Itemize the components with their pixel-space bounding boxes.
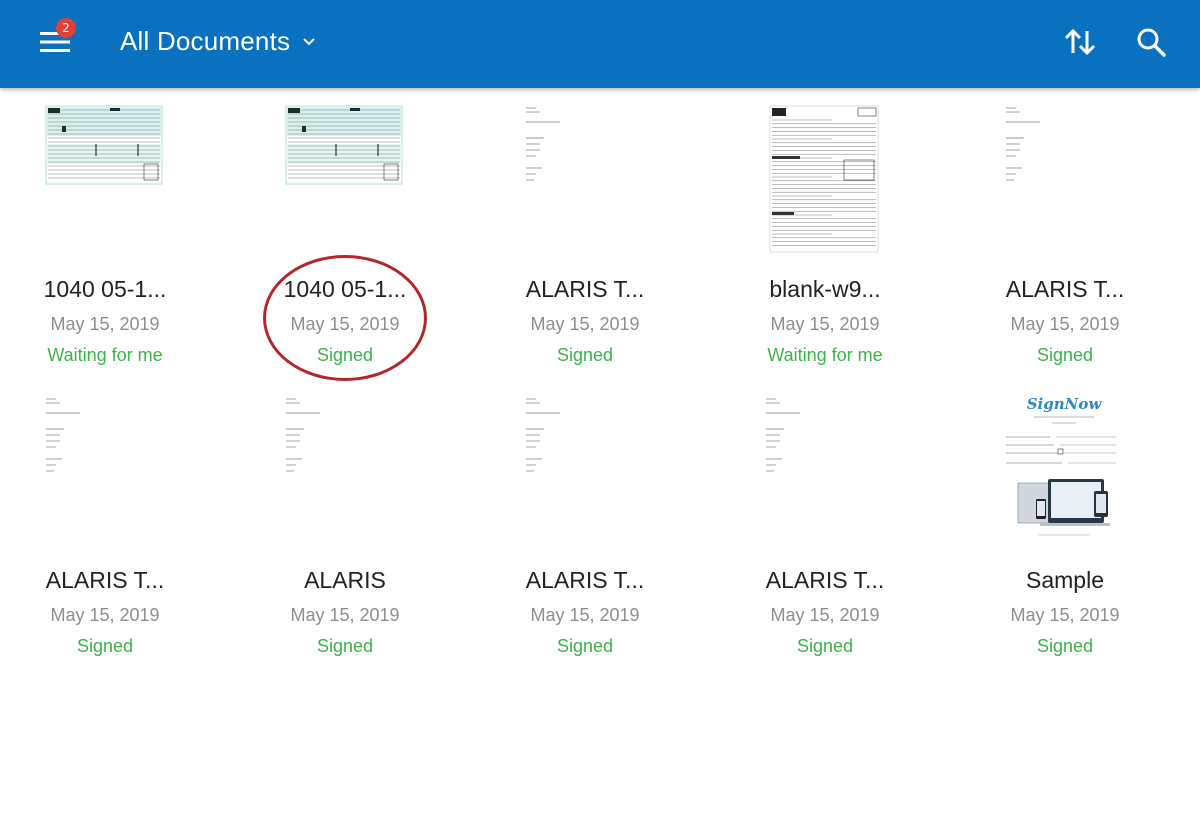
- document-status: Signed: [556, 345, 614, 365]
- thumbnail-art: [526, 107, 560, 181]
- document-date: May 15, 2019: [1010, 605, 1120, 625]
- search-icon: [1137, 28, 1166, 57]
- document-date: May 15, 2019: [1010, 314, 1120, 334]
- document-name: ALARIS T...: [1005, 276, 1125, 302]
- document-status: Signed: [1036, 636, 1094, 656]
- document-name: blank-w9...: [769, 276, 881, 302]
- document-name: 1040 05-1...: [43, 276, 167, 302]
- folder-selector[interactable]: All Documents: [120, 24, 316, 58]
- sort-icon: [1064, 28, 1096, 56]
- document-name: 1040 05-1...: [283, 276, 407, 302]
- document-thumbnail: [44, 104, 164, 254]
- document-card[interactable]: ALARIS T... May 15, 2019 Signed: [0, 387, 240, 677]
- thumbnail-art: [46, 398, 80, 472]
- document-status: Signed: [1036, 345, 1094, 365]
- document-card[interactable]: ALARIS T... May 15, 2019 Signed: [960, 96, 1200, 386]
- thumbnail-art: SignNow: [1006, 395, 1116, 536]
- document-thumbnail: [524, 395, 644, 545]
- document-name: ALARIS T...: [45, 567, 165, 593]
- thumbnail-art: [766, 398, 800, 472]
- document-thumbnail: [1004, 104, 1124, 254]
- document-thumbnail: [44, 395, 164, 545]
- document-date: May 15, 2019: [290, 605, 400, 625]
- document-card[interactable]: ALARIS T... May 15, 2019 Signed: [720, 387, 960, 677]
- menu-button[interactable]: 2: [36, 18, 76, 64]
- document-status: Waiting for me: [767, 345, 883, 365]
- document-name: Sample: [1026, 567, 1104, 593]
- document-date: May 15, 2019: [50, 605, 160, 625]
- chevron-down-icon: [303, 38, 315, 46]
- document-thumbnail: [524, 104, 644, 254]
- document-status: Signed: [76, 636, 134, 656]
- thumbnail-art: [45, 105, 163, 185]
- sort-button[interactable]: [1060, 22, 1100, 62]
- document-card[interactable]: ALARIS T... May 15, 2019 Signed: [480, 387, 720, 677]
- thumbnail-art: [1006, 107, 1040, 181]
- document-thumbnail: [764, 104, 884, 254]
- thumbnail-art: [526, 398, 560, 472]
- document-card[interactable]: blank-w9... May 15, 2019 Waiting for me: [720, 96, 960, 386]
- document-status: Signed: [556, 636, 614, 656]
- document-date: May 15, 2019: [50, 314, 160, 334]
- document-thumbnail: SignNow: [1004, 395, 1124, 545]
- document-card[interactable]: SignNow Sample May 15, 2019 Signed: [960, 387, 1200, 677]
- document-date: May 15, 2019: [530, 605, 640, 625]
- document-date: May 15, 2019: [770, 605, 880, 625]
- document-name: ALARIS T...: [525, 567, 645, 593]
- notification-badge: 2: [56, 18, 76, 38]
- document-status: Signed: [316, 345, 374, 365]
- document-status: Waiting for me: [47, 345, 163, 365]
- document-card[interactable]: 1040 05-1... May 15, 2019 Signed: [240, 96, 480, 386]
- document-status: Signed: [316, 636, 374, 656]
- document-thumbnail: [764, 395, 884, 545]
- thumbnail-art: [286, 398, 320, 472]
- document-date: May 15, 2019: [290, 314, 400, 334]
- document-name: ALARIS: [304, 567, 386, 593]
- page-title: All Documents: [120, 25, 291, 56]
- document-thumbnail: [284, 104, 404, 254]
- thumbnail-art: [769, 105, 879, 253]
- document-card[interactable]: 1040 05-1... May 15, 2019 Waiting for me: [0, 96, 240, 386]
- document-name: ALARIS T...: [525, 276, 645, 302]
- app-bar: 2 All Documents: [0, 0, 1200, 88]
- document-date: May 15, 2019: [770, 314, 880, 334]
- search-button[interactable]: [1132, 22, 1172, 62]
- document-date: May 15, 2019: [530, 314, 640, 334]
- document-card[interactable]: ALARIS T... May 15, 2019 Signed: [480, 96, 720, 386]
- document-card[interactable]: ALARIS May 15, 2019 Signed: [240, 387, 480, 677]
- signnow-logo: SignNow: [1027, 395, 1103, 413]
- document-thumbnail: [284, 395, 404, 545]
- document-status: Signed: [796, 636, 854, 656]
- document-name: ALARIS T...: [765, 567, 885, 593]
- thumbnail-art: [285, 105, 403, 185]
